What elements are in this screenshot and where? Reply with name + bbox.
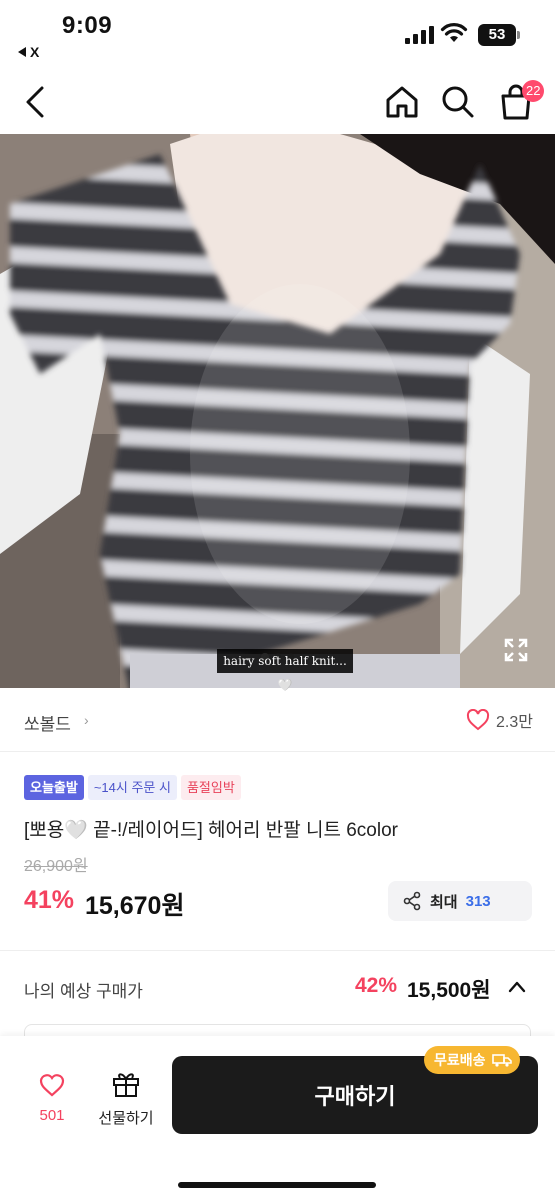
status-bar: 9:09 X 53 — [0, 0, 555, 72]
expected-discount: 42% — [355, 974, 398, 997]
wishlist-count: 501 — [39, 1107, 65, 1124]
status-time: 9:09 — [62, 12, 113, 39]
product-badges: 오늘출발 ~14시 주문 시 품절임박 — [24, 775, 241, 800]
back-app-label: X — [30, 44, 40, 60]
shop-name[interactable]: 쏘볼드 — [24, 710, 71, 735]
product-title: [뽀용🤍 끝-!/레이어드] 헤어리 반팔 니트 6color — [24, 820, 398, 841]
gift-icon — [113, 1073, 139, 1097]
share-icon — [403, 891, 421, 911]
product-photo — [0, 134, 555, 688]
share-button[interactable]: 최대 313 — [388, 881, 532, 921]
like-count: 2.3만 — [496, 714, 533, 731]
gift-label: 선물하기 — [98, 1110, 154, 1127]
today-shipping-badge: 오늘출발 — [24, 775, 84, 800]
expand-icon[interactable] — [502, 636, 530, 664]
back-triangle-icon — [18, 47, 26, 57]
truck-icon — [491, 1054, 512, 1067]
free-shipping-badge: 무료배송 — [424, 1046, 520, 1074]
chevron-right-icon: › — [84, 712, 89, 728]
original-price: 26,900원 — [24, 858, 88, 875]
image-caption: hairy soft half knit...🤍 — [217, 649, 353, 692]
wishlist-button[interactable]: 501 — [30, 1072, 74, 1124]
free-shipping-label: 무료배송 — [434, 1052, 486, 1068]
back-to-app-link[interactable]: X — [18, 44, 39, 60]
heart-icon — [466, 709, 490, 731]
like-button[interactable]: 2.3만 — [466, 708, 533, 732]
soldout-soon-badge: 품절임박 — [180, 775, 241, 800]
gift-button[interactable]: 선물하기 — [92, 1070, 160, 1128]
shop-row[interactable]: 쏘볼드 › 2.3만 — [0, 690, 555, 752]
home-indicator — [178, 1182, 376, 1188]
section-divider — [0, 950, 555, 951]
share-max-label: 최대 — [430, 893, 458, 911]
bottom-action-bar: 501 선물하기 구매하기 무료배송 — [0, 1036, 555, 1200]
home-icon[interactable] — [382, 82, 422, 122]
top-nav — [0, 72, 555, 134]
chevron-up-icon[interactable] — [506, 976, 528, 998]
share-reward-amount: 313 — [465, 892, 491, 910]
expected-price: 15,500원 — [407, 979, 491, 1002]
product-image[interactable] — [0, 134, 555, 688]
back-arrow-icon[interactable] — [18, 80, 58, 124]
battery-icon: 53 — [478, 24, 520, 46]
search-icon[interactable] — [438, 82, 478, 122]
signal-icon — [405, 26, 434, 44]
heart-icon — [39, 1074, 65, 1097]
order-deadline-badge: ~14시 주문 시 — [87, 775, 177, 800]
wifi-icon — [440, 23, 468, 42]
expected-price-row[interactable]: 나의 예상 구매가 42% 15,500원 — [0, 952, 555, 1022]
expected-price-label: 나의 예상 구매가 — [24, 982, 143, 1001]
sale-price: 15,670원 — [85, 892, 185, 920]
discount-rate: 41% — [24, 886, 75, 914]
